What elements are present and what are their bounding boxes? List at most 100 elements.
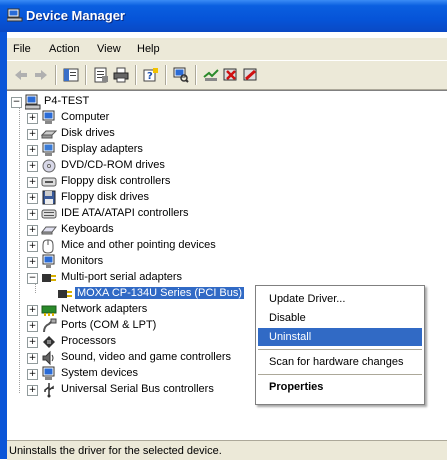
menu-view[interactable]: View [97, 43, 121, 55]
toolbar-separator [165, 65, 167, 85]
menu-item-uninstall[interactable]: Uninstall [258, 328, 422, 346]
toolbar-separator [135, 65, 137, 85]
menu-item-label: Update Driver... [269, 293, 346, 305]
tree-root[interactable]: − P4-TEST [7, 94, 207, 110]
svg-text:?: ? [147, 71, 153, 82]
device-manager-window: Device Manager File Action View Help ? − [0, 0, 447, 460]
tree-item-computer[interactable]: + Computer [7, 110, 307, 126]
forward-arrow-icon[interactable] [33, 67, 49, 83]
expand-icon[interactable]: + [27, 129, 38, 140]
show-hide-console-icon[interactable] [63, 67, 79, 83]
expand-icon[interactable]: + [27, 145, 38, 156]
properties-icon[interactable] [93, 67, 109, 83]
expand-icon[interactable]: + [27, 385, 38, 396]
tree-item-label: Display adapters [61, 143, 143, 155]
tree-item-label: Mice and other pointing devices [61, 239, 216, 251]
menu-separator [258, 349, 422, 350]
tree-item-multi-port-serial-adapters[interactable]: − Multi-port serial adapters [7, 270, 307, 286]
print-icon[interactable] [113, 67, 129, 83]
computer-icon [42, 110, 55, 124]
tree-root-label: P4-TEST [44, 95, 90, 107]
window-title: Device Manager [26, 8, 125, 23]
serial-adapter-icon [42, 274, 56, 282]
menu-bar: File Action View Help [7, 38, 447, 60]
collapse-icon[interactable]: − [11, 97, 22, 108]
dvd-drive-icon [42, 159, 56, 173]
menu-item-label: Disable [269, 312, 306, 324]
collapse-icon[interactable]: − [27, 273, 38, 284]
menu-file[interactable]: File [13, 43, 31, 55]
tree-item-mice[interactable]: + Mice and other pointing devices [7, 238, 307, 254]
tree-item-label: Computer [61, 111, 110, 123]
tree-item-label: Multi-port serial adapters [61, 271, 183, 283]
tree-item-label: MOXA CP-134U Series (PCI Bus) [75, 287, 245, 299]
speaker-icon [42, 350, 54, 366]
network-adapter-icon [41, 305, 57, 316]
uninstall-icon[interactable] [223, 67, 239, 83]
tree-item-label: Floppy disk drives [61, 191, 150, 203]
system-device-icon [42, 366, 55, 380]
title-bar[interactable]: Device Manager [0, 0, 447, 32]
toolbar: ? [7, 60, 447, 90]
menu-item-label: Uninstall [269, 331, 312, 343]
tree-item-label: Ports (COM & LPT) [61, 319, 157, 331]
menu-action[interactable]: Action [49, 43, 80, 55]
disable-icon[interactable] [243, 67, 259, 83]
scan-hardware-icon[interactable] [173, 67, 189, 83]
ide-controller-icon [41, 209, 57, 219]
tree-item-label: System devices [61, 367, 139, 379]
expand-icon[interactable]: + [27, 337, 38, 348]
expand-icon[interactable]: + [27, 257, 38, 268]
device-manager-icon [7, 8, 23, 22]
status-bar: Uninstalls the driver for the selected d… [7, 440, 447, 460]
status-text: Uninstalls the driver for the selected d… [9, 445, 222, 457]
expand-icon[interactable]: + [27, 209, 38, 220]
update-driver-icon[interactable] [203, 67, 219, 83]
floppy-drive-icon [42, 190, 56, 205]
menu-help[interactable]: Help [137, 43, 160, 55]
tree-item-ide-ata-atapi-controllers[interactable]: + IDE ATA/ATAPI controllers [7, 206, 307, 222]
toolbar-separator [195, 65, 197, 85]
expand-icon[interactable]: + [27, 225, 38, 236]
menu-item-disable[interactable]: Disable [258, 309, 422, 327]
processor-icon [43, 336, 55, 348]
tree-item-monitors[interactable]: + Monitors [7, 254, 307, 270]
serial-adapter-icon [58, 290, 72, 298]
tree-item-dvd-cd-rom-drives[interactable]: + DVD/CD-ROM drives [7, 158, 307, 174]
tree-item-floppy-disk-controllers[interactable]: + Floppy disk controllers [7, 174, 307, 190]
tree-item-label: Sound, video and game controllers [61, 351, 231, 363]
tree-item-label: Network adapters [61, 303, 148, 315]
tree-item-floppy-disk-drives[interactable]: + Floppy disk drives [7, 190, 307, 206]
expand-icon[interactable]: + [27, 113, 38, 124]
menu-item-label: Scan for hardware changes [269, 356, 404, 368]
expand-icon[interactable]: + [27, 177, 38, 188]
window-frame-left [0, 32, 7, 459]
expand-icon[interactable]: + [27, 305, 38, 316]
mouse-icon [42, 239, 54, 254]
expand-icon[interactable]: + [27, 241, 38, 252]
expand-icon[interactable]: + [27, 161, 38, 172]
tree-item-display-adapters[interactable]: + Display adapters [7, 142, 307, 158]
tree-item-label: IDE ATA/ATAPI controllers [61, 207, 189, 219]
expand-icon[interactable]: + [27, 369, 38, 380]
usb-icon [44, 383, 54, 398]
help-icon[interactable]: ? [143, 67, 159, 83]
tree-item-disk-drives[interactable]: + Disk drives [7, 126, 307, 142]
tree-item-label: Keyboards [61, 223, 114, 235]
monitor-icon [42, 254, 55, 268]
toolbar-separator [55, 65, 57, 85]
back-arrow-icon[interactable] [13, 67, 29, 83]
display-adapter-icon [42, 142, 55, 156]
menu-item-scan-hardware[interactable]: Scan for hardware changes [258, 353, 422, 371]
tree-item-label: Universal Serial Bus controllers [61, 383, 214, 395]
computer-icon [25, 94, 41, 110]
toolbar-separator [85, 65, 87, 85]
tree-item-label: Processors [61, 335, 117, 347]
menu-separator [258, 374, 422, 375]
expand-icon[interactable]: + [27, 321, 38, 332]
tree-item-keyboards[interactable]: + Keyboards [7, 222, 307, 238]
menu-item-update-driver[interactable]: Update Driver... [258, 290, 422, 308]
expand-icon[interactable]: + [27, 193, 38, 204]
expand-icon[interactable]: + [27, 353, 38, 364]
menu-item-properties[interactable]: Properties [258, 378, 422, 396]
